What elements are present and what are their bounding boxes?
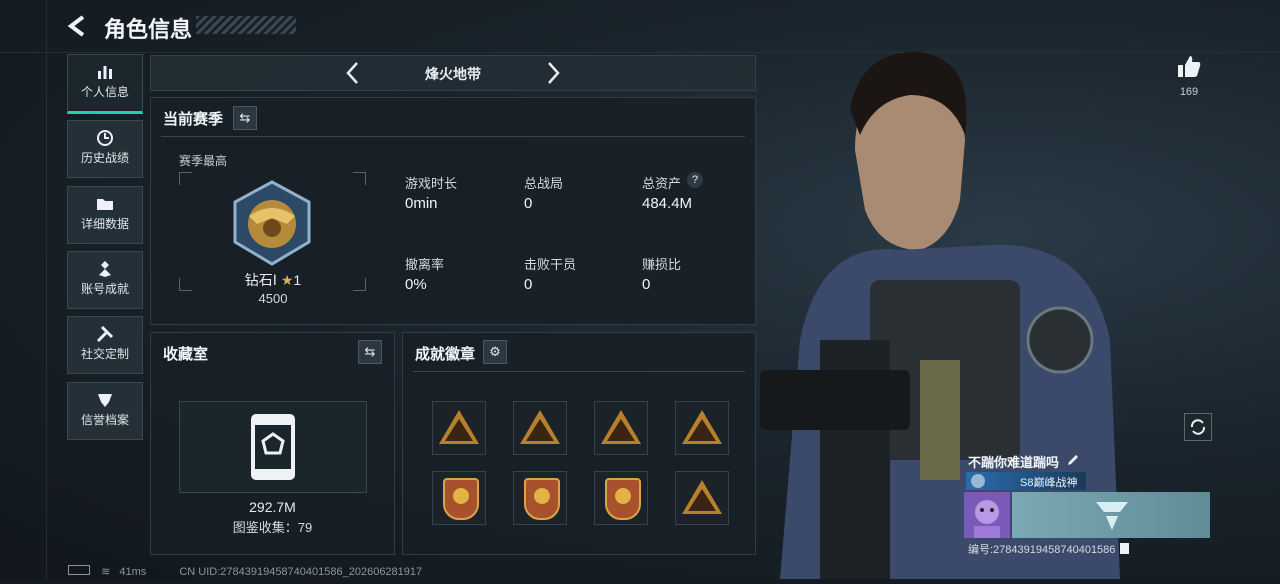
stat-label: 游戏时长 [405,176,458,191]
medal-icon [96,260,114,278]
sidebar-item-label: 详细数据 [80,217,129,231]
sidebar-item-detailed-data[interactable]: 详细数据 [67,186,143,244]
collection-count: 图鉴收集：79 [232,520,313,535]
stat-label: 总资产 [642,176,682,191]
sidebar-item-label: 历史战绩 [80,151,129,165]
sidebar-item-history[interactable]: 历史战绩 [67,120,143,178]
sidebar-item-label: 个人信息 [80,85,129,99]
achievement-badge[interactable] [594,401,648,455]
stat-value: 0 [524,276,533,293]
battery-icon [68,565,90,575]
achievement-badge[interactable] [432,401,486,455]
stat-value: 0 [524,195,533,212]
stat-value: 0 [642,276,651,293]
rank-points: 4500 [258,291,288,306]
showcase-icon [249,414,297,480]
player-id: 编号:27843919458740401586 [968,541,1130,557]
achievements-panel: 成就徽章 ⚙ [402,332,756,555]
swap-collection-button[interactable]: ⇆ [358,340,382,364]
star-icon: ★ [280,272,294,288]
shield-icon [96,391,114,409]
divider [46,0,47,579]
faction-logo-icon [1096,502,1128,530]
title-stripe [196,16,296,34]
achievement-badge[interactable] [594,471,648,525]
player-title: S8巅峰战神 [1020,477,1078,489]
mode-label: 烽火地带 [425,66,481,82]
name-card-banner [1012,492,1210,538]
rank-name-text: 钻石Ⅰ [244,272,277,288]
achievements-title: 成就徽章 [415,346,476,363]
frame-corner [353,278,366,291]
mode-selector: 烽火地带 [150,55,756,91]
clock-icon [96,129,114,147]
divider [413,371,745,372]
bar-chart-icon [96,63,114,81]
collection-value: 292.7M [249,499,296,515]
like-count: 169 [1179,86,1199,98]
folder-icon [96,195,114,213]
rotate-button[interactable] [1184,413,1212,441]
collection-title: 收藏室 [163,346,209,363]
back-arrow-icon[interactable] [66,14,90,38]
stat-label: 赚损比 [642,257,682,272]
frame-corner [179,172,192,185]
season-title: 当前赛季 [163,111,224,128]
rank-stars: 1 [293,272,302,288]
tools-icon [96,325,114,343]
season-best-label: 赛季最高 [179,154,228,168]
uid-text: CN UID:27843919458740401586_202606281917 [179,566,423,578]
avatar[interactable] [964,492,1010,538]
divider [161,136,745,137]
frame-corner [353,172,366,185]
sidebar-item-credit[interactable]: 信誉档案 [67,382,143,440]
help-icon[interactable]: ? [687,172,703,188]
stat-value: 484.4M [642,195,693,212]
sidebar-item-personal-info[interactable]: 个人信息 [67,54,143,114]
swap-season-button[interactable]: ⇆ [233,106,257,130]
achievement-badge[interactable] [675,471,729,525]
status-bar: ≋ 41ms CN UID:27843919458740401586_20260… [68,565,422,578]
sidebar-item-label: 账号成就 [80,282,129,296]
sidebar-item-label: 信誉档案 [80,413,129,427]
frame-corner [179,278,192,291]
achievement-badge[interactable] [675,401,729,455]
season-panel: 当前赛季 ⇆ 赛季最高 钻石Ⅰ ★1 4500 游戏时长 0min 总战局 0 … [150,97,756,325]
sidebar-item-label: 社交定制 [80,347,129,361]
achievement-badge[interactable] [513,471,567,525]
page-title: 角色信息 [104,17,193,42]
player-name: 不踹你难道踹吗 [968,455,1060,470]
profile-card[interactable]: 不踹你难道踹吗 S8巅峰战神 编号:27843919458740401586 [964,452,1210,556]
stat-value: 0% [405,276,427,293]
wifi-icon: ≋ [101,566,111,578]
title-banner: S8巅峰战神 [966,472,1086,490]
badge-settings-button[interactable]: ⚙ [483,340,507,364]
title-badge-icon [971,474,985,488]
copy-icon[interactable] [1120,543,1130,554]
sidebar-item-social[interactable]: 社交定制 [67,316,143,374]
stat-label: 击败干员 [524,257,577,272]
player-id-text: 编号:27843919458740401586 [968,544,1116,556]
collection-panel[interactable]: 收藏室 ⇆ 292.7M 图鉴收集：79 [150,332,395,555]
stat-label: 总战局 [524,176,564,191]
sidebar-item-achievements[interactable]: 账号成就 [67,251,143,309]
thumbs-up-icon[interactable] [1176,54,1202,80]
rank-emblem [231,180,313,266]
collection-frame [179,401,367,493]
achievement-badge[interactable] [513,401,567,455]
ping-value: 41ms [119,566,147,578]
next-mode-button[interactable] [543,60,563,86]
stat-label: 撤离率 [405,257,445,272]
rank-name: 钻石Ⅰ ★1 [221,270,325,290]
edit-name-icon[interactable] [1066,453,1080,467]
achievement-badge[interactable] [432,471,486,525]
stat-value: 0min [405,195,438,212]
